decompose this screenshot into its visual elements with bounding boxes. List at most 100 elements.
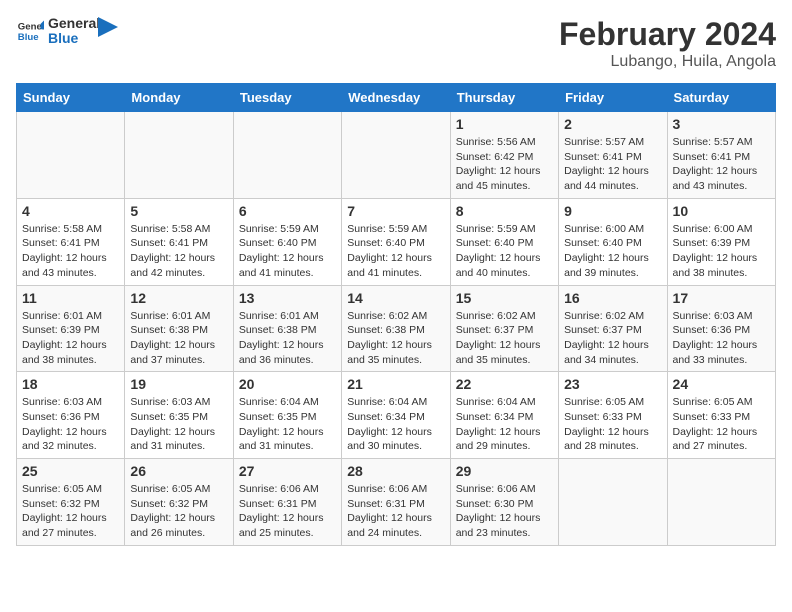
day-number: 23	[564, 376, 661, 392]
calendar-cell	[667, 459, 775, 546]
page-header: General Blue General Blue February 2024 …	[16, 16, 776, 71]
day-detail: Sunrise: 6:03 AMSunset: 6:35 PMDaylight:…	[130, 395, 227, 454]
day-detail: Sunrise: 6:06 AMSunset: 6:31 PMDaylight:…	[347, 482, 444, 541]
calendar-cell: 12 Sunrise: 6:01 AMSunset: 6:38 PMDayligh…	[125, 285, 233, 372]
day-detail: Sunrise: 6:03 AMSunset: 6:36 PMDaylight:…	[22, 395, 119, 454]
svg-text:General: General	[18, 22, 44, 33]
day-detail: Sunrise: 6:01 AMSunset: 6:38 PMDaylight:…	[130, 309, 227, 368]
calendar-cell: 26 Sunrise: 6:05 AMSunset: 6:32 PMDayligh…	[125, 459, 233, 546]
weekday-header-saturday: Saturday	[667, 84, 775, 112]
calendar-cell: 17Sunrise: 6:03 AMSunset: 6:36 PMDayligh…	[667, 285, 775, 372]
weekday-header-friday: Friday	[559, 84, 667, 112]
calendar-table: SundayMondayTuesdayWednesdayThursdayFrid…	[16, 83, 776, 546]
day-detail: Sunrise: 6:05 AMSunset: 6:32 PMDaylight:…	[130, 482, 227, 541]
calendar-cell	[342, 112, 450, 199]
calendar-cell: 1 Sunrise: 5:56 AMSunset: 6:42 PMDaylight…	[450, 112, 558, 199]
calendar-cell: 19 Sunrise: 6:03 AMSunset: 6:35 PMDayligh…	[125, 372, 233, 459]
day-number: 25	[22, 463, 119, 479]
calendar-cell: 14Sunrise: 6:02 AMSunset: 6:38 PMDayligh…	[342, 285, 450, 372]
day-detail: Sunrise: 6:04 AMSunset: 6:35 PMDaylight:…	[239, 395, 336, 454]
calendar-cell: 3 Sunrise: 5:57 AMSunset: 6:41 PMDaylight…	[667, 112, 775, 199]
calendar-cell: 27Sunrise: 6:06 AMSunset: 6:31 PMDayligh…	[233, 459, 341, 546]
day-number: 20	[239, 376, 336, 392]
weekday-header-tuesday: Tuesday	[233, 84, 341, 112]
day-detail: Sunrise: 6:02 AMSunset: 6:37 PMDaylight:…	[456, 309, 553, 368]
title-area: February 2024 Lubango, Huila, Angola	[559, 16, 776, 71]
calendar-cell	[125, 112, 233, 199]
page-title: February 2024	[559, 16, 776, 53]
day-detail: Sunrise: 5:59 AMSunset: 6:40 PMDaylight:…	[456, 222, 553, 281]
day-number: 3	[673, 116, 770, 132]
calendar-cell: 22 Sunrise: 6:04 AMSunset: 6:34 PMDayligh…	[450, 372, 558, 459]
day-detail: Sunrise: 6:05 AMSunset: 6:33 PMDaylight:…	[564, 395, 661, 454]
day-detail: Sunrise: 6:01 AMSunset: 6:38 PMDaylight:…	[239, 309, 336, 368]
day-detail: Sunrise: 6:00 AMSunset: 6:39 PMDaylight:…	[673, 222, 770, 281]
day-number: 18	[22, 376, 119, 392]
svg-text:Blue: Blue	[18, 32, 39, 43]
calendar-cell: 15 Sunrise: 6:02 AMSunset: 6:37 PMDayligh…	[450, 285, 558, 372]
day-number: 16	[564, 290, 661, 306]
calendar-cell: 11Sunrise: 6:01 AMSunset: 6:39 PMDayligh…	[17, 285, 125, 372]
calendar-cell: 21Sunrise: 6:04 AMSunset: 6:34 PMDayligh…	[342, 372, 450, 459]
calendar-cell: 24Sunrise: 6:05 AMSunset: 6:33 PMDayligh…	[667, 372, 775, 459]
day-detail: Sunrise: 6:05 AMSunset: 6:32 PMDaylight:…	[22, 482, 119, 541]
day-number: 4	[22, 203, 119, 219]
day-number: 2	[564, 116, 661, 132]
calendar-cell: 2 Sunrise: 5:57 AMSunset: 6:41 PMDaylight…	[559, 112, 667, 199]
calendar-cell: 29Sunrise: 6:06 AMSunset: 6:30 PMDayligh…	[450, 459, 558, 546]
calendar-cell: 18 Sunrise: 6:03 AMSunset: 6:36 PMDayligh…	[17, 372, 125, 459]
day-number: 9	[564, 203, 661, 219]
day-number: 7	[347, 203, 444, 219]
day-number: 14	[347, 290, 444, 306]
day-number: 5	[130, 203, 227, 219]
week-row-1: 1 Sunrise: 5:56 AMSunset: 6:42 PMDaylight…	[17, 112, 776, 199]
day-detail: Sunrise: 6:05 AMSunset: 6:33 PMDaylight:…	[673, 395, 770, 454]
day-detail: Sunrise: 6:06 AMSunset: 6:30 PMDaylight:…	[456, 482, 553, 541]
calendar-cell	[233, 112, 341, 199]
day-number: 12	[130, 290, 227, 306]
calendar-cell: 10 Sunrise: 6:00 AMSunset: 6:39 PMDayligh…	[667, 198, 775, 285]
day-number: 26	[130, 463, 227, 479]
day-number: 10	[673, 203, 770, 219]
calendar-body: 1 Sunrise: 5:56 AMSunset: 6:42 PMDaylight…	[17, 112, 776, 546]
week-row-2: 4 Sunrise: 5:58 AMSunset: 6:41 PMDaylight…	[17, 198, 776, 285]
weekday-header-sunday: Sunday	[17, 84, 125, 112]
calendar-cell: 9 Sunrise: 6:00 AMSunset: 6:40 PMDaylight…	[559, 198, 667, 285]
week-row-5: 25 Sunrise: 6:05 AMSunset: 6:32 PMDayligh…	[17, 459, 776, 546]
day-detail: Sunrise: 6:03 AMSunset: 6:36 PMDaylight:…	[673, 309, 770, 368]
day-detail: Sunrise: 5:58 AMSunset: 6:41 PMDaylight:…	[130, 222, 227, 281]
weekday-header-row: SundayMondayTuesdayWednesdayThursdayFrid…	[17, 84, 776, 112]
day-detail: Sunrise: 6:04 AMSunset: 6:34 PMDaylight:…	[347, 395, 444, 454]
day-detail: Sunrise: 6:04 AMSunset: 6:34 PMDaylight:…	[456, 395, 553, 454]
day-number: 19	[130, 376, 227, 392]
day-number: 11	[22, 290, 119, 306]
day-detail: Sunrise: 6:06 AMSunset: 6:31 PMDaylight:…	[239, 482, 336, 541]
day-detail: Sunrise: 6:02 AMSunset: 6:37 PMDaylight:…	[564, 309, 661, 368]
logo-general: General	[48, 16, 100, 31]
calendar-cell: 16 Sunrise: 6:02 AMSunset: 6:37 PMDayligh…	[559, 285, 667, 372]
logo: General Blue General Blue	[16, 16, 118, 47]
calendar-cell: 8Sunrise: 5:59 AMSunset: 6:40 PMDaylight…	[450, 198, 558, 285]
calendar-cell: 25 Sunrise: 6:05 AMSunset: 6:32 PMDayligh…	[17, 459, 125, 546]
logo-icon: General Blue	[16, 17, 44, 45]
week-row-3: 11Sunrise: 6:01 AMSunset: 6:39 PMDayligh…	[17, 285, 776, 372]
logo-arrow-icon	[98, 17, 118, 37]
logo-blue: Blue	[48, 31, 100, 46]
day-number: 1	[456, 116, 553, 132]
day-detail: Sunrise: 5:57 AMSunset: 6:41 PMDaylight:…	[673, 135, 770, 194]
day-number: 13	[239, 290, 336, 306]
day-detail: Sunrise: 5:57 AMSunset: 6:41 PMDaylight:…	[564, 135, 661, 194]
calendar-cell: 28 Sunrise: 6:06 AMSunset: 6:31 PMDayligh…	[342, 459, 450, 546]
calendar-cell	[559, 459, 667, 546]
day-number: 15	[456, 290, 553, 306]
weekday-header-thursday: Thursday	[450, 84, 558, 112]
calendar-cell	[17, 112, 125, 199]
day-detail: Sunrise: 6:00 AMSunset: 6:40 PMDaylight:…	[564, 222, 661, 281]
calendar-cell: 4Sunrise: 5:58 AMSunset: 6:41 PMDaylight…	[17, 198, 125, 285]
day-number: 28	[347, 463, 444, 479]
day-detail: Sunrise: 5:59 AMSunset: 6:40 PMDaylight:…	[347, 222, 444, 281]
day-detail: Sunrise: 5:56 AMSunset: 6:42 PMDaylight:…	[456, 135, 553, 194]
weekday-header-wednesday: Wednesday	[342, 84, 450, 112]
week-row-4: 18 Sunrise: 6:03 AMSunset: 6:36 PMDayligh…	[17, 372, 776, 459]
day-number: 22	[456, 376, 553, 392]
